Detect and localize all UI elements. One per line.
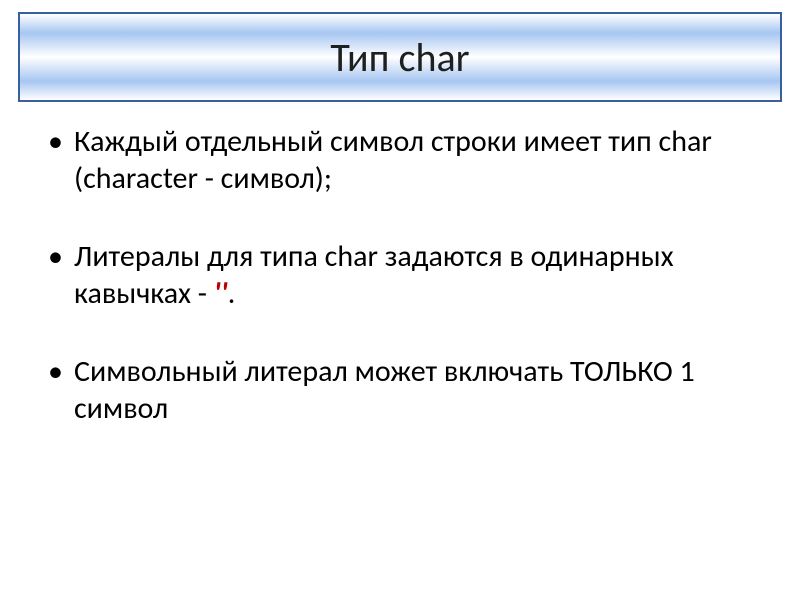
bullet-text: Каждый отдельный символ строки имеет тип… bbox=[74, 123, 712, 197]
list-item: Литералы для типа char задаются в одинар… bbox=[46, 239, 772, 312]
slide-title: Тип char bbox=[330, 33, 469, 82]
list-item: Каждый отдельный символ строки имеет тип… bbox=[46, 124, 772, 197]
bullet-text: Символьный литерал может включать ТОЛЬКО… bbox=[74, 353, 695, 427]
quotes-literal: '' bbox=[214, 275, 228, 312]
list-item: Символьный литерал может включать ТОЛЬКО… bbox=[46, 354, 772, 427]
bullet-text-prefix: Литералы для типа char задаются в одинар… bbox=[74, 238, 674, 312]
content-area: Каждый отдельный символ строки имеет тип… bbox=[18, 102, 782, 428]
bullet-list: Каждый отдельный символ строки имеет тип… bbox=[46, 124, 772, 428]
bullet-text-suffix: . bbox=[228, 275, 236, 312]
title-box: Тип char bbox=[18, 12, 782, 102]
slide: Тип char Каждый отдельный символ строки … bbox=[0, 0, 800, 600]
